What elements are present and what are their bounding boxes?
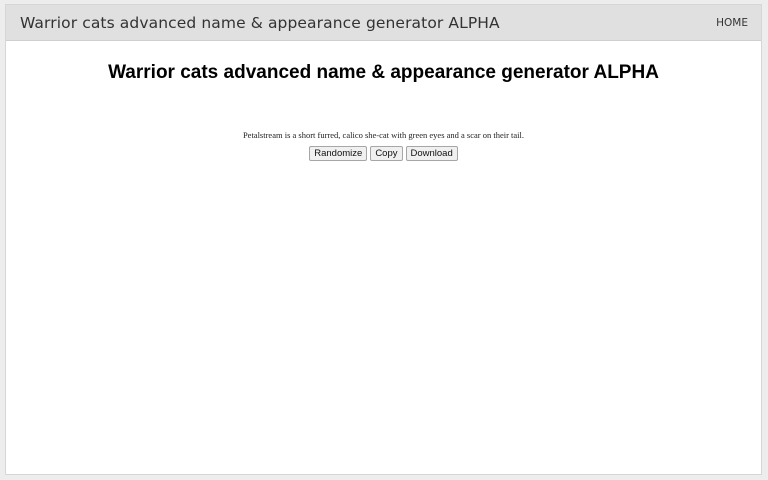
page-frame: Warrior cats advanced name & appearance … xyxy=(5,4,762,475)
home-link[interactable]: HOME xyxy=(716,17,748,29)
download-button[interactable]: Download xyxy=(405,146,458,161)
copy-button[interactable]: Copy xyxy=(370,146,403,161)
randomize-button[interactable]: Randomize xyxy=(309,146,368,161)
page-title: Warrior cats advanced name & appearance … xyxy=(108,62,659,83)
button-row: Randomize Copy Download xyxy=(6,146,761,161)
main-content: Warrior cats advanced name & appearance … xyxy=(6,62,761,161)
top-bar: Warrior cats advanced name & appearance … xyxy=(6,5,761,41)
generated-description: Petalstream is a short furred, calico sh… xyxy=(242,130,525,140)
site-title: Warrior cats advanced name & appearance … xyxy=(20,13,500,32)
